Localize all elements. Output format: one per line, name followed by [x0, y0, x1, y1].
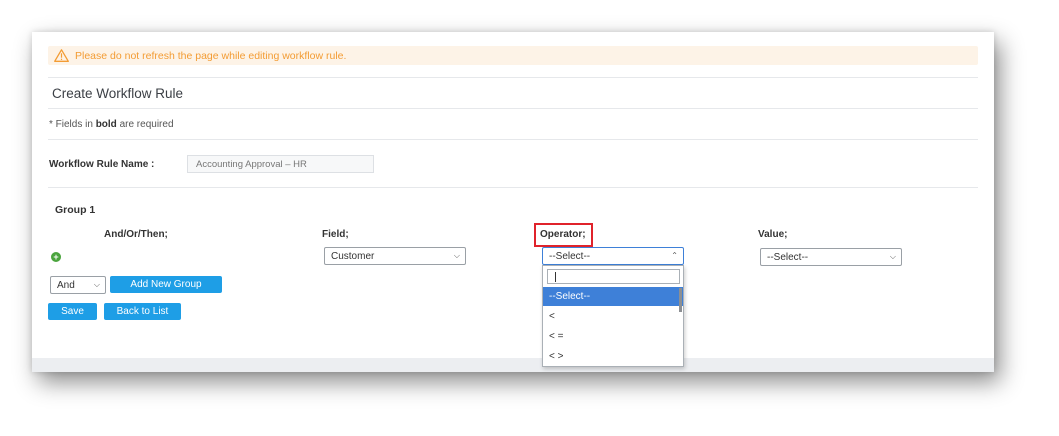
page-title: Create Workflow Rule — [52, 86, 184, 101]
add-condition-icon[interactable]: + — [51, 252, 61, 262]
add-new-group-button[interactable]: Add New Group — [110, 276, 222, 293]
back-to-list-button[interactable]: Back to List — [104, 303, 181, 320]
operator-option[interactable]: --Select-- — [543, 287, 683, 306]
col-value-label: Value; — [758, 229, 788, 240]
logic-select[interactable]: And ⌵ — [50, 276, 106, 294]
operator-option[interactable]: < = — [543, 327, 683, 346]
col-and-or-then-label: And/Or/Then; — [104, 229, 168, 240]
operator-dropdown: --Select-- < < = < > — [542, 265, 684, 367]
operator-select[interactable]: --Select-- ⌃ — [542, 247, 684, 265]
rule-name-label: Workflow Rule Name : — [49, 159, 155, 170]
operator-search-input[interactable] — [547, 269, 680, 284]
divider — [48, 77, 978, 78]
rule-name-input[interactable]: Accounting Approval – HR — [187, 155, 374, 173]
chevron-down-icon: ⌵ — [889, 252, 896, 261]
workflow-rule-panel: Please do not refresh the page while edi… — [32, 32, 994, 372]
field-select[interactable]: Customer ⌵ — [324, 247, 466, 265]
chevron-up-icon: ⌃ — [671, 251, 678, 260]
chevron-down-icon: ⌵ — [453, 251, 460, 260]
operator-option[interactable]: < — [543, 307, 683, 326]
operator-highlight-box — [534, 223, 593, 247]
chevron-down-icon: ⌵ — [93, 280, 100, 289]
warning-banner: Please do not refresh the page while edi… — [48, 46, 978, 65]
warning-text: Please do not refresh the page while edi… — [75, 49, 347, 62]
group-title: Group 1 — [55, 204, 96, 216]
divider — [48, 187, 978, 188]
save-button[interactable]: Save — [48, 303, 97, 320]
text-caret — [555, 272, 556, 282]
panel-footer — [32, 358, 994, 372]
col-field-label: Field; — [322, 229, 349, 240]
divider — [48, 139, 978, 140]
divider — [48, 108, 978, 109]
required-fields-note: * Fields in bold are required — [49, 119, 174, 130]
warning-icon — [54, 49, 69, 62]
value-select[interactable]: --Select-- ⌵ — [760, 248, 902, 266]
operator-option[interactable]: < > — [543, 347, 683, 366]
